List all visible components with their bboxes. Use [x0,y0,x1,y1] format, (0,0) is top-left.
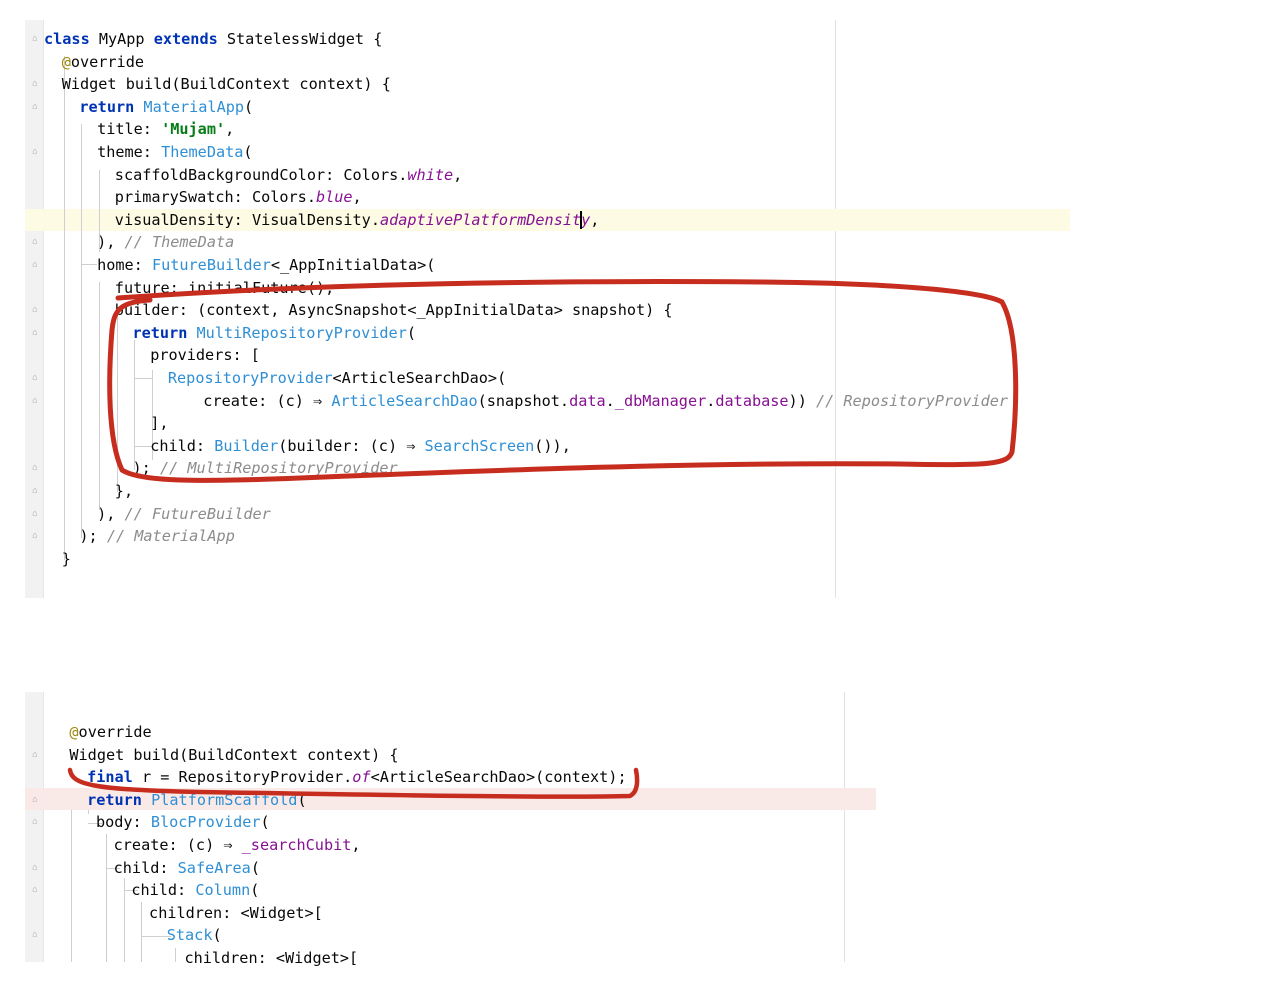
annotation-layer [67,279,1019,799]
annotation-underline [67,767,640,799]
annotation-circle [107,279,1019,483]
